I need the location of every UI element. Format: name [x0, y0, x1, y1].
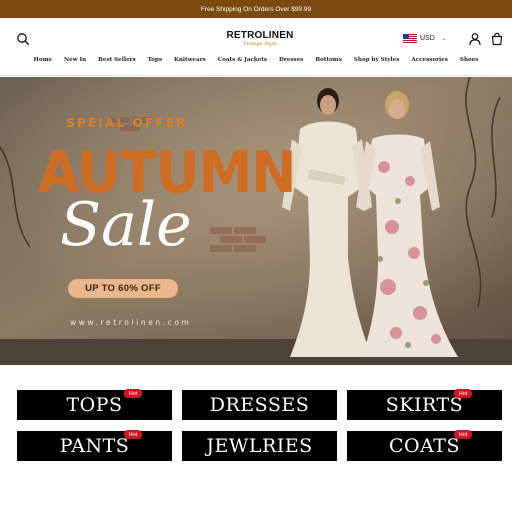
currency-selector[interactable]: USD ⌄ [403, 33, 447, 43]
category-skirts[interactable]: SKIRTS Hot [347, 389, 502, 420]
category-label: SKIRTS [385, 394, 464, 416]
nav-home[interactable]: Home [28, 53, 59, 67]
nav-bottoms[interactable]: Bottoms [309, 53, 347, 67]
nav-accessories[interactable]: Accessories [405, 53, 454, 67]
us-flag-icon [403, 33, 417, 43]
category-tops[interactable]: TOPS Hot [17, 389, 172, 420]
currency-code: USD [420, 34, 435, 42]
nav-tops[interactable]: Tops [142, 53, 168, 67]
hot-badge: Hot [454, 389, 472, 398]
site-logo[interactable]: RETROLINEN Vintage Style [220, 30, 300, 50]
nav-new-in[interactable]: New In [58, 53, 92, 67]
nav-knitwears[interactable]: Knitwears [168, 53, 212, 67]
nav-shoes[interactable]: Shoes [454, 53, 485, 67]
logo-wordmark: RETROLINEN [226, 30, 294, 41]
category-pants[interactable]: PANTS Hot [17, 430, 172, 461]
hero-website-url: www.retrolinen.com [70, 318, 192, 327]
hero-offer-text: SPEIAL OFFER [66, 116, 188, 130]
category-dresses[interactable]: DRESSES [182, 390, 337, 420]
announcement-text: Free Shipping On Orders Over $99.99 [200, 5, 312, 13]
hero-script-title: Sale [60, 190, 192, 260]
cart-icon[interactable] [490, 32, 504, 46]
discount-button[interactable]: UP TO 60% OFF [68, 279, 178, 298]
nav-coats-jackets[interactable]: Coats & Jackets [212, 53, 273, 67]
category-label: JEWLRIES [206, 435, 313, 457]
chevron-down-icon: ⌄ [441, 35, 447, 42]
category-label: COATS [389, 435, 460, 457]
user-icon[interactable] [468, 32, 482, 46]
nav-best-sellers[interactable]: Best Sellers [92, 53, 141, 67]
search-icon[interactable] [16, 32, 30, 46]
hot-badge: Hot [454, 430, 472, 439]
main-nav: Home New In Best Sellers Tops Knitwears … [0, 53, 512, 67]
logo-tagline: Vintage Style [243, 41, 277, 47]
category-jewlries[interactable]: JEWLRIES [182, 431, 337, 461]
site-header: RETROLINEN Vintage Style USD ⌄ Home New … [0, 18, 512, 76]
announcement-bar: Free Shipping On Orders Over $99.99 [0, 0, 512, 18]
nav-shop-by-styles[interactable]: Shop by Styles [348, 53, 406, 67]
hot-badge: Hot [124, 430, 142, 439]
hot-badge: Hot [124, 389, 142, 398]
category-label: TOPS [66, 394, 123, 416]
category-label: DRESSES [209, 394, 310, 416]
category-label: PANTS [59, 435, 130, 457]
nav-dresses[interactable]: Dresses [273, 53, 309, 67]
category-coats[interactable]: COATS Hot [347, 430, 502, 461]
